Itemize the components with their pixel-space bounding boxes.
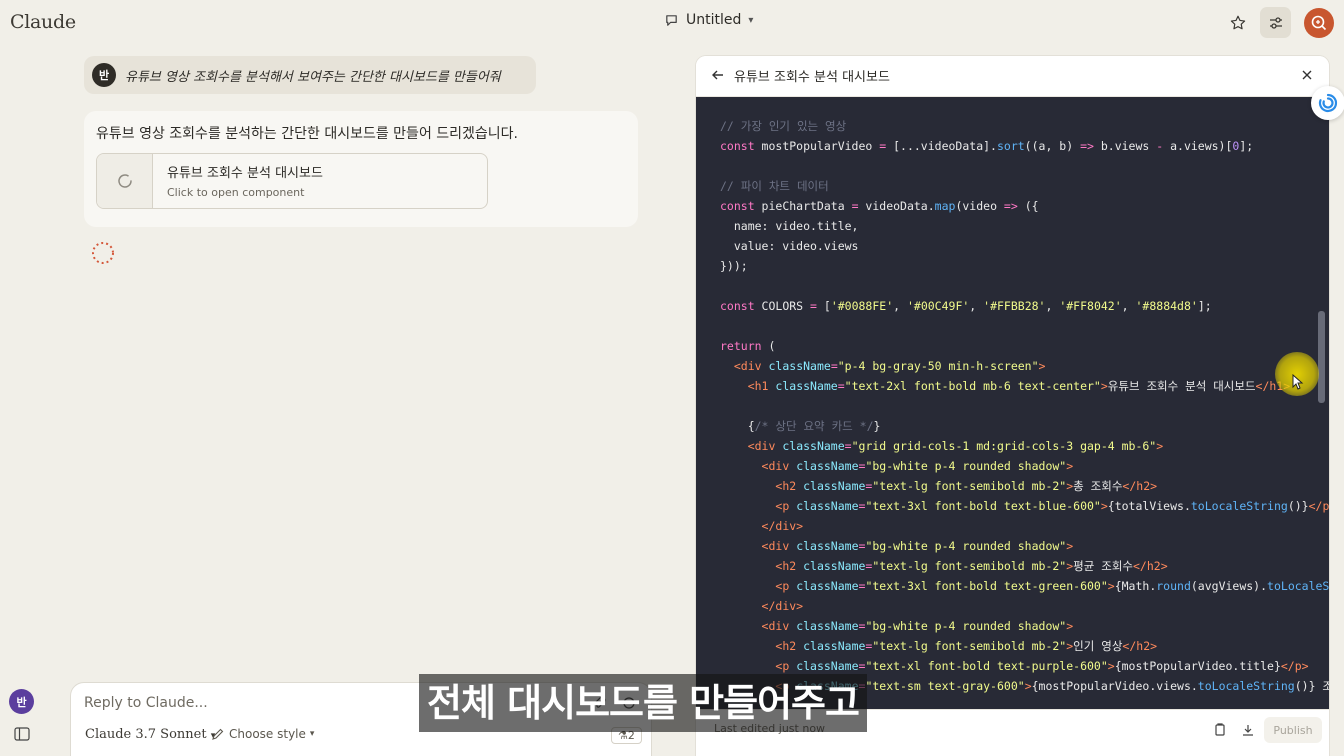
code-line: <p className="text-3xl font-bold text-gr…	[775, 579, 1329, 593]
code-scrollbar[interactable]	[1318, 311, 1325, 403]
code-line: <div className="grid grid-cols-1 md:grid…	[747, 439, 1164, 453]
code-line: <div className="bg-white p-4 rounded sha…	[761, 619, 1074, 633]
code-line: // 파이 차트 데이터	[720, 179, 829, 193]
code-line: name: video.title,	[720, 219, 859, 233]
code-line: const mostPopularVideo = [...videoData].…	[720, 139, 1254, 153]
sidebar-toggle-icon[interactable]	[14, 727, 30, 741]
style-label: Choose style	[229, 727, 306, 741]
floating-extension-button[interactable]	[1311, 86, 1344, 120]
profile-avatar[interactable]: 반	[9, 689, 34, 714]
user-message: 반 유튜브 영상 조회수를 분석해서 보여주는 간단한 대시보드를 만들어줘	[84, 56, 536, 94]
code-line: <div className="p-4 bg-gray-50 min-h-scr…	[733, 359, 1046, 373]
chevron-down-icon: ▾	[309, 729, 315, 739]
artifact-panel: 유튜브 조회수 분석 대시보드 // 가장 인기 있는 영상 const mos…	[696, 56, 1329, 756]
claude-logo[interactable]: Claude	[10, 11, 76, 33]
top-bar: Claude Untitled ▾	[0, 0, 1344, 46]
code-line: const COLORS = ['#0088FE', '#00C49F', '#…	[720, 299, 1212, 313]
code-line: <div className="bg-white p-4 rounded sha…	[761, 459, 1074, 473]
user-message-text: 유튜브 영상 조회수를 분석해서 보여주는 간단한 대시보드를 만들어줘	[125, 69, 501, 85]
mouse-cursor-icon	[1292, 374, 1304, 390]
code-line: const pieChartData = videoData.map(video…	[720, 199, 1039, 213]
sliders-icon	[1269, 16, 1282, 29]
conversation-title-button[interactable]: Untitled ▾	[664, 12, 753, 28]
model-selector[interactable]: Claude 3.7 Sonnet ▾	[85, 727, 215, 742]
assistant-widget-button[interactable]	[1304, 8, 1334, 38]
star-button[interactable]	[1227, 12, 1249, 34]
code-viewer[interactable]: // 가장 인기 있는 영상 const mostPopularVideo = …	[696, 97, 1329, 709]
conversation-title: Untitled	[686, 12, 742, 28]
code-line: <h2 className="text-lg font-semibold mb-…	[775, 479, 1158, 493]
code-line: </div>	[761, 519, 804, 533]
code-line: <p className="text-xl font-bold text-pur…	[775, 659, 1309, 673]
code-line: <h2 className="text-lg font-semibold mb-…	[775, 639, 1158, 653]
pen-icon	[212, 728, 224, 740]
close-icon[interactable]	[1300, 68, 1314, 82]
code-line: <p className="text-3xl font-bold text-bl…	[775, 499, 1329, 513]
artifact-loading-icon	[97, 154, 153, 208]
code-line: <div className="bg-white p-4 rounded sha…	[761, 539, 1074, 553]
code-line: // 가장 인기 있는 영상	[720, 119, 847, 133]
code-line: </div>	[761, 599, 804, 613]
swirl-icon	[1318, 93, 1338, 113]
copy-icon[interactable]	[1213, 723, 1227, 737]
style-selector[interactable]: Choose style ▾	[211, 727, 314, 741]
assistant-message-text: 유튜브 영상 조회수를 분석하는 간단한 대시보드를 만들어 드리겠습니다.	[96, 126, 518, 142]
video-subtitle: 전체 대시보드를 만들어주고	[419, 674, 867, 732]
download-icon[interactable]	[1241, 723, 1255, 737]
search-icon	[1311, 15, 1327, 31]
loading-spinner-icon	[92, 242, 114, 264]
model-name: Claude 3.7 Sonnet	[85, 727, 207, 742]
star-icon	[1230, 15, 1246, 30]
settings-button[interactable]	[1260, 7, 1291, 38]
code-line: }));	[720, 259, 748, 273]
artifact-panel-title: 유튜브 조회수 분석 대시보드	[734, 70, 890, 85]
back-arrow-icon[interactable]	[710, 67, 726, 83]
assistant-message: 유튜브 영상 조회수를 분석하는 간단한 대시보드를 만들어 드리겠습니다. 유…	[84, 111, 638, 227]
artifact-title: 유튜브 조회수 분석 대시보드	[167, 166, 323, 181]
publish-button[interactable]: Publish	[1264, 717, 1322, 743]
chevron-down-icon: ▾	[748, 14, 754, 26]
artifact-card[interactable]: 유튜브 조회수 분석 대시보드 Click to open component	[96, 153, 488, 209]
artifact-panel-header: 유튜브 조회수 분석 대시보드	[696, 56, 1329, 97]
code-line: {/* 상단 요약 카드 */}	[720, 419, 881, 433]
code-line: value: video.views	[720, 239, 859, 253]
user-avatar: 반	[92, 63, 116, 87]
code-line: <h1 className="text-2xl font-bold mb-6 t…	[747, 379, 1291, 393]
chat-bubble-icon	[666, 14, 677, 26]
artifact-subtitle: Click to open component	[167, 186, 305, 199]
code-line: return (	[720, 339, 776, 353]
code-line: <h2 className="text-lg font-semibold mb-…	[775, 559, 1168, 573]
